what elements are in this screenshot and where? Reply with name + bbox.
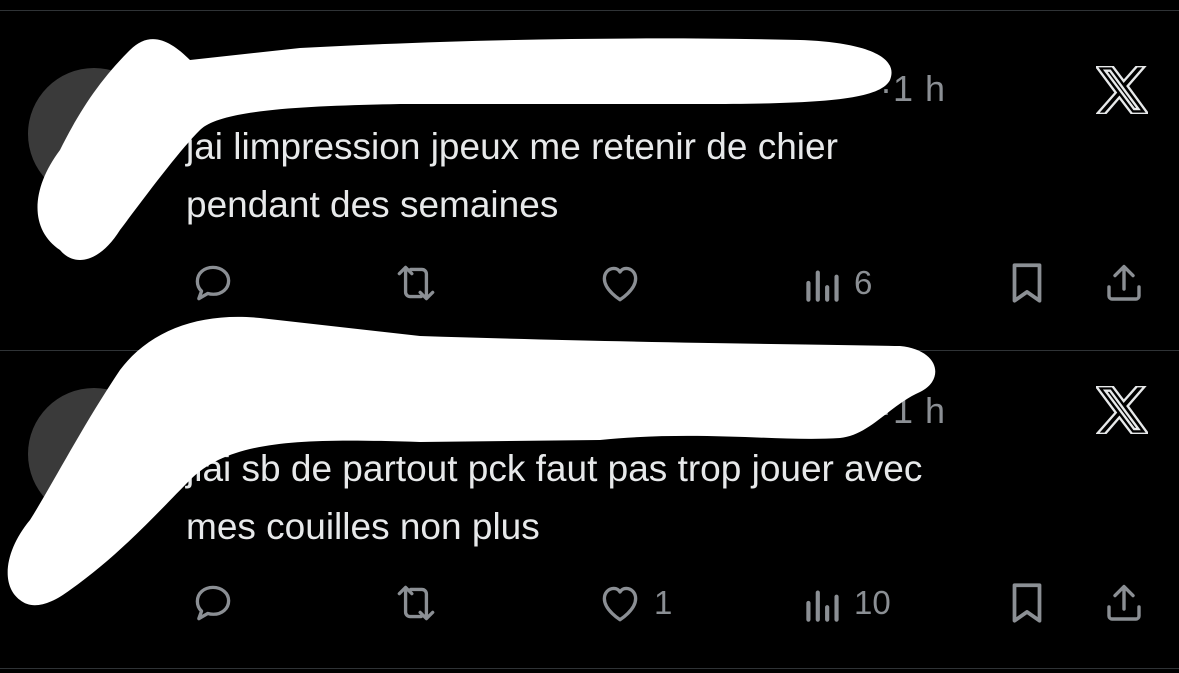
tweet-1[interactable]: ·1 h jai limpression jpeux me retenir de…: [0, 12, 1179, 330]
timestamp[interactable]: ·1 h: [880, 68, 946, 110]
views-button[interactable]: 10: [800, 578, 891, 628]
x-logo-icon[interactable]: [1096, 66, 1148, 114]
views-count: 10: [854, 584, 891, 621]
timestamp[interactable]: ·1 h: [880, 390, 946, 432]
tweet-2[interactable]: ·1 h jlai sb de partout pck faut pas tro…: [0, 352, 1179, 670]
top-divider: [0, 10, 1179, 11]
retweet-icon: [397, 585, 435, 621]
avatar[interactable]: [28, 68, 160, 200]
bookmark-icon: [1012, 583, 1042, 623]
heart-icon: [602, 266, 638, 302]
bottom-divider: [0, 668, 1179, 669]
reply-icon: [195, 265, 231, 301]
retweet-button[interactable]: [388, 578, 452, 628]
tweet-text: jai limpression jpeux me retenir de chie…: [186, 118, 1126, 234]
share-icon: [1107, 264, 1141, 301]
like-button[interactable]: [594, 258, 654, 308]
tweet-actions: 6: [0, 258, 1179, 308]
bookmark-icon: [1012, 263, 1042, 303]
share-icon: [1107, 584, 1141, 621]
tweet-actions: 1 10: [0, 578, 1179, 628]
bookmark-button[interactable]: [1004, 578, 1050, 628]
share-button[interactable]: [1100, 258, 1148, 308]
views-button[interactable]: 6: [800, 258, 872, 308]
tweet-text-line-2: mes couilles non plus: [186, 506, 540, 547]
tweet-text-line-1: jai limpression jpeux me retenir de chie…: [186, 126, 838, 167]
x-logo-icon[interactable]: [1096, 386, 1148, 434]
reply-icon: [195, 585, 231, 621]
reply-button[interactable]: [188, 258, 238, 308]
like-button[interactable]: 1: [594, 578, 672, 628]
reply-button[interactable]: [188, 578, 238, 628]
views-count: 6: [854, 264, 873, 301]
bookmark-button[interactable]: [1004, 258, 1050, 308]
like-count: 1: [654, 584, 673, 621]
avatar[interactable]: [28, 388, 160, 520]
retweet-icon: [397, 265, 435, 301]
tweet-divider: [0, 350, 1179, 351]
tweet-text-line-2: pendant des semaines: [186, 184, 559, 225]
views-icon: [806, 590, 839, 622]
heart-icon: [602, 586, 638, 622]
views-icon: [806, 270, 839, 302]
tweet-text-line-1: jlai sb de partout pck faut pas trop jou…: [186, 448, 923, 489]
share-button[interactable]: [1100, 578, 1148, 628]
tweet-text: jlai sb de partout pck faut pas trop jou…: [186, 440, 1126, 556]
retweet-button[interactable]: [388, 258, 452, 308]
